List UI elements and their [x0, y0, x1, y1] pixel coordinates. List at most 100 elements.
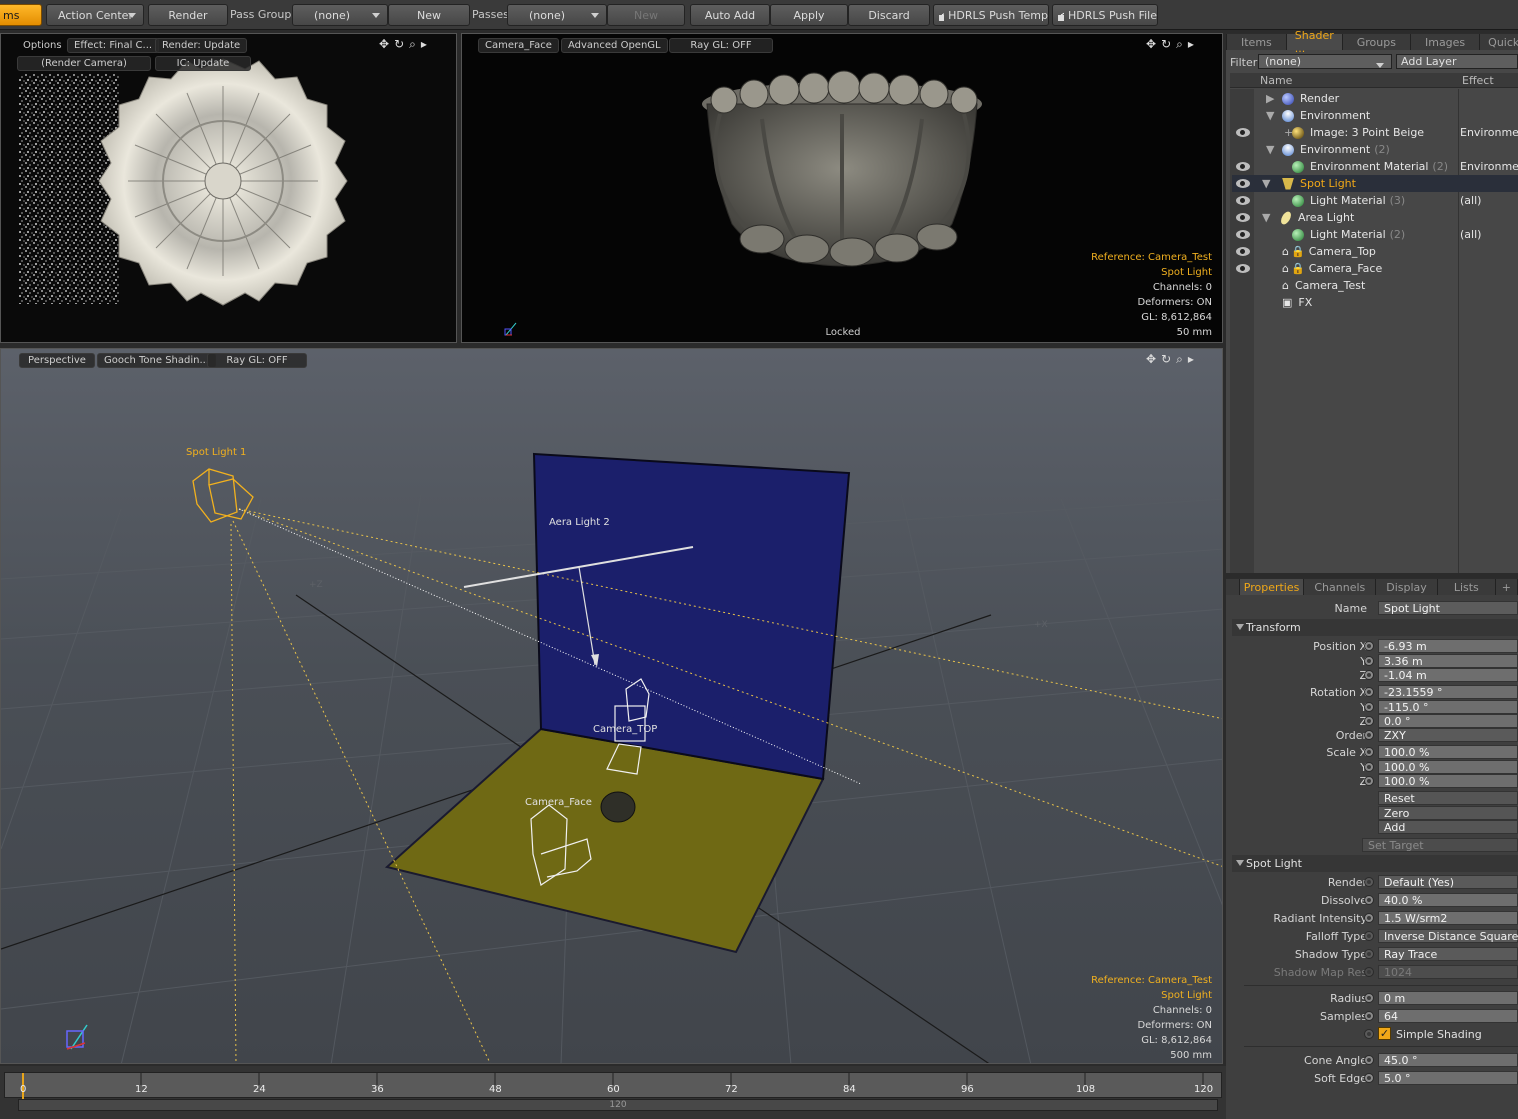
- order-dropdown[interactable]: ZXY: [1378, 728, 1518, 742]
- zoom-view-icon[interactable]: ⌕: [1176, 37, 1183, 52]
- scale-x-field[interactable]: 100.0 %: [1378, 745, 1518, 759]
- visibility-eye-icon[interactable]: [1236, 213, 1250, 222]
- keyframe-dot[interactable]: [1364, 895, 1374, 905]
- keyframe-dot[interactable]: [1364, 641, 1374, 651]
- rotation-z-field[interactable]: 0.0 °: [1378, 714, 1518, 728]
- keyframe-dot[interactable]: [1364, 687, 1374, 697]
- tab-channels[interactable]: Channels: [1304, 579, 1377, 595]
- preview-render-viewport[interactable]: Options Effect: Final C... Render: Updat…: [0, 33, 457, 343]
- shader-row-camera-top[interactable]: ⌂ 🔒 Camera_Top: [1232, 243, 1518, 260]
- position-x-field[interactable]: -6.93 m: [1378, 639, 1518, 653]
- position-z-field[interactable]: -1.04 m: [1378, 668, 1518, 682]
- keyframe-dot[interactable]: [1364, 747, 1374, 757]
- shader-row-fx[interactable]: ▣ FX: [1232, 294, 1518, 311]
- visibility-eye-icon[interactable]: [1236, 196, 1250, 205]
- add-layer-button[interactable]: Add Layer: [1396, 54, 1518, 69]
- keyframe-dot[interactable]: [1364, 913, 1374, 923]
- soft-edge-field[interactable]: 5.0 °: [1378, 1071, 1518, 1085]
- keyframe-dot[interactable]: [1364, 702, 1374, 712]
- dissolve-field[interactable]: 40.0 %: [1378, 893, 1518, 907]
- keyframe-dot[interactable]: [1364, 716, 1374, 726]
- lock-icon[interactable]: 🔒: [1291, 245, 1305, 258]
- render-dropdown[interactable]: Default (Yes): [1378, 875, 1518, 889]
- zoom-view-icon[interactable]: ⌕: [409, 37, 416, 52]
- keyframe-dot[interactable]: [1364, 1029, 1374, 1039]
- rotate-view-icon[interactable]: ↻: [1161, 352, 1171, 367]
- expand-arrow-icon[interactable]: ▶: [1262, 92, 1282, 105]
- preview-ic-update-button[interactable]: IC: Update: [155, 56, 251, 71]
- keyframe-dot[interactable]: [1364, 931, 1374, 941]
- collapse-arrow-icon[interactable]: ▼: [1262, 177, 1282, 190]
- keyframe-dot[interactable]: [1364, 1073, 1374, 1083]
- zero-button[interactable]: Zero: [1378, 806, 1518, 820]
- timeline-ruler[interactable]: 0 12 24 36 48 60 72 84 96 108 120: [4, 1072, 1222, 1099]
- column-effect[interactable]: Effect: [1462, 74, 1494, 87]
- shader-row-light-material[interactable]: Light Material (3) (all): [1232, 192, 1518, 209]
- preview-options-button[interactable]: Options: [17, 38, 68, 53]
- visibility-eye-icon[interactable]: [1236, 247, 1250, 256]
- keyframe-dot[interactable]: [1364, 730, 1374, 740]
- keyframe-dot[interactable]: [1364, 1011, 1374, 1021]
- tab-images[interactable]: Images: [1410, 34, 1481, 50]
- spot-light-section-header[interactable]: Spot Light: [1232, 855, 1518, 872]
- cone-angle-field[interactable]: 45.0 °: [1378, 1053, 1518, 1067]
- visibility-eye-icon[interactable]: [1236, 179, 1250, 188]
- view-type-dropdown[interactable]: Perspective: [19, 353, 95, 368]
- samples-field[interactable]: 64: [1378, 1009, 1518, 1023]
- tab-groups[interactable]: Groups: [1342, 34, 1411, 50]
- visibility-eye-icon[interactable]: [1236, 230, 1250, 239]
- shader-row-environment[interactable]: ▼ Environment: [1232, 107, 1518, 124]
- tab-properties[interactable]: Properties: [1239, 579, 1305, 595]
- persp-raygl-toggle[interactable]: Ray GL: OFF: [207, 353, 307, 368]
- shader-row-light-material-2[interactable]: Light Material (2) (all): [1232, 226, 1518, 243]
- rotation-x-field[interactable]: -23.1559 °: [1378, 685, 1518, 699]
- discard-button[interactable]: Discard: [848, 4, 930, 26]
- move-view-icon[interactable]: ✥: [1146, 352, 1156, 367]
- move-view-icon[interactable]: ✥: [1146, 37, 1156, 52]
- keyframe-dot[interactable]: [1364, 1055, 1374, 1065]
- tab-quick[interactable]: Quick: [1480, 34, 1518, 50]
- perspective-viewport[interactable]: Spot Light 1 Aera Light 2 Camera_TOP Cam…: [0, 348, 1223, 1064]
- radiant-intensity-field[interactable]: 1.5 W/srm2: [1378, 911, 1518, 925]
- transform-section-header[interactable]: Transform: [1232, 619, 1518, 636]
- auto-add-button[interactable]: Auto Add: [690, 4, 770, 26]
- rotate-view-icon[interactable]: ↻: [1161, 37, 1171, 52]
- zoom-view-icon[interactable]: ⌕: [1176, 352, 1183, 367]
- panel-menu-dot[interactable]: [1226, 579, 1240, 595]
- rotate-view-icon[interactable]: ↻: [394, 37, 404, 52]
- expand-arrow-icon[interactable]: ▸: [1188, 37, 1194, 52]
- radius-field[interactable]: 0 m: [1378, 991, 1518, 1005]
- keyframe-dot[interactable]: [1364, 949, 1374, 959]
- set-target-button[interactable]: Set Target: [1362, 838, 1518, 852]
- tab-shader[interactable]: Shader ...: [1286, 29, 1343, 55]
- hdrls-push-file-button[interactable]: HDRLS Push File: [1052, 4, 1158, 26]
- tab-items[interactable]: Items: [1227, 34, 1287, 50]
- shadow-map-res-field[interactable]: 1024: [1378, 965, 1518, 979]
- visibility-eye-icon[interactable]: [1236, 162, 1250, 171]
- name-field[interactable]: Spot Light: [1378, 601, 1518, 615]
- collapse-arrow-icon[interactable]: ▼: [1262, 109, 1282, 122]
- collapse-arrow-icon[interactable]: ▼: [1262, 143, 1282, 156]
- expand-arrow-icon[interactable]: ▸: [1188, 352, 1194, 367]
- reset-button[interactable]: Reset: [1378, 791, 1518, 805]
- collapse-arrow-icon[interactable]: ▼: [1262, 211, 1282, 224]
- camera-viewport[interactable]: Camera_Face Advanced OpenGL Ray GL: OFF …: [461, 33, 1223, 343]
- shader-row-image[interactable]: + Image: 3 Point Beige Environmen: [1232, 124, 1518, 141]
- lock-icon[interactable]: 🔒: [1291, 262, 1305, 275]
- scale-z-field[interactable]: 100.0 %: [1378, 774, 1518, 788]
- keyframe-dot[interactable]: [1364, 656, 1374, 666]
- add-button[interactable]: Add: [1378, 820, 1518, 834]
- timeline-range-bar[interactable]: 120: [18, 1099, 1218, 1111]
- tab-lists[interactable]: Lists: [1437, 579, 1496, 595]
- action-center-dropdown[interactable]: Action Center: [46, 4, 144, 26]
- shader-row-environment-material[interactable]: Environment Material (2) Environmen: [1232, 158, 1518, 175]
- simple-shading-checkbox[interactable]: ✓: [1378, 1027, 1391, 1040]
- move-view-icon[interactable]: ✥: [379, 37, 389, 52]
- shading-mode-dropdown[interactable]: Gooch Tone Shadin...: [97, 353, 217, 368]
- timeline[interactable]: 0 12 24 36 48 60 72 84 96 108 120 120: [0, 1066, 1226, 1119]
- camera-select-dropdown[interactable]: Camera_Face: [478, 38, 559, 53]
- new-pass-group-button[interactable]: New: [388, 4, 470, 26]
- apply-button[interactable]: Apply: [770, 4, 848, 26]
- visibility-eye-icon[interactable]: [1236, 264, 1250, 273]
- render-button[interactable]: Render: [148, 4, 228, 26]
